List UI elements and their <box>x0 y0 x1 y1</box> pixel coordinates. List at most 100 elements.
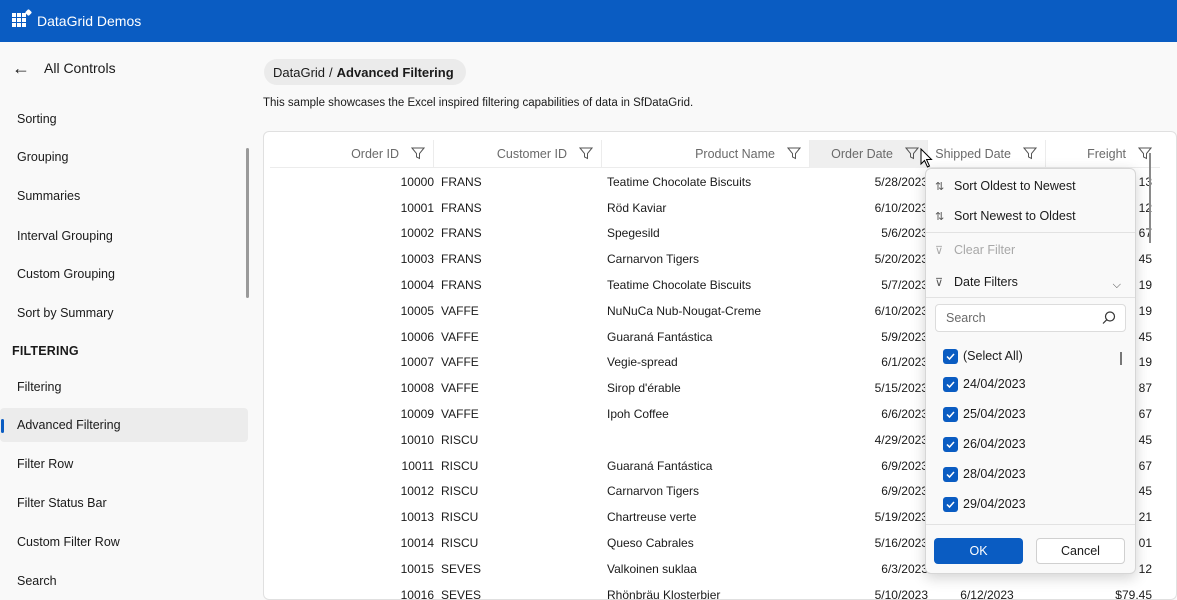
sidebar-item-label: Filter Row <box>17 457 74 471</box>
sort-ascending-icon: ⇅ <box>935 180 945 193</box>
cell-product-name: Rhönbräu Klosterbier <box>607 587 721 600</box>
filter-icon[interactable] <box>579 147 593 160</box>
column-header-freight[interactable]: Freight <box>1046 140 1160 168</box>
checkbox-date-item[interactable]: 25/04/2023 <box>943 403 1026 425</box>
cell-order-id: 10012 <box>400 484 434 499</box>
sample-description: This sample showcases the Excel inspired… <box>263 97 694 109</box>
cell-product-name: Teatime Chocolate Biscuits <box>607 174 752 189</box>
cell-order-id: 10015 <box>400 561 434 576</box>
cell-order-date: 5/7/2023 <box>881 278 928 293</box>
cell-order-id: 10001 <box>400 200 434 215</box>
ok-button[interactable]: OK <box>934 538 1023 564</box>
back-arrow-icon: ← <box>12 58 30 78</box>
grid-header: Order ID Customer ID Product Name Order … <box>270 140 1160 168</box>
filter-search-box[interactable] <box>935 304 1126 332</box>
sidebar-item-custom-filter-row[interactable]: Custom Filter Row <box>0 525 248 559</box>
sidebar-item-filter-status-bar[interactable]: Filter Status Bar <box>0 486 248 520</box>
checkbox-date-item[interactable]: 26/04/2023 <box>943 433 1026 455</box>
search-icon[interactable] <box>1101 310 1117 326</box>
section-header-filtering: FILTERING <box>12 344 79 358</box>
sidebar-item-summaries[interactable]: Summaries <box>0 179 248 213</box>
sidebar-item-label: Filter Status Bar <box>17 496 107 510</box>
checkbox-checked-icon[interactable] <box>943 406 958 422</box>
cell-product-name: Sirop d'érable <box>607 381 681 396</box>
sidebar-item-filtering[interactable]: Filtering <box>0 370 248 404</box>
cell-order-id: 10000 <box>400 174 434 189</box>
breadcrumb-current: Advanced Filtering <box>336 64 454 80</box>
cell-customer-id: VAFFE <box>441 329 479 344</box>
cell-customer-id: RISCU <box>441 510 479 525</box>
sidebar-item-sorting[interactable]: Sorting <box>0 102 248 136</box>
cell-order-id: 10008 <box>400 381 434 396</box>
checkbox-select-all[interactable]: (Select All) <box>943 345 1023 367</box>
sidebar-item-interval-grouping[interactable]: Interval Grouping <box>0 219 248 253</box>
chevron-down-icon[interactable]: ⌵ <box>1113 279 1121 292</box>
checkbox-date-item[interactable]: 28/04/2023 <box>943 463 1026 485</box>
checkbox-date-item[interactable]: 29/04/2023 <box>943 493 1026 515</box>
cell-order-id: 10009 <box>400 407 434 422</box>
sidebar-item-search[interactable]: Search <box>0 564 248 598</box>
cell-product-name: Teatime Chocolate Biscuits <box>607 278 752 293</box>
checkbox-checked-icon[interactable] <box>943 466 958 482</box>
filter-icon[interactable] <box>1023 147 1037 160</box>
column-header-order-id[interactable]: Order ID <box>270 140 434 168</box>
column-header-order-date[interactable]: Order Date <box>810 140 928 168</box>
back-label: All Controls <box>44 60 116 76</box>
sort-ascending-option[interactable]: ⇅ Sort Oldest to Newest <box>935 173 1076 199</box>
checkbox-checked-icon[interactable] <box>943 348 958 364</box>
checklist-scrollbar[interactable] <box>1120 352 1122 365</box>
filter-search-input[interactable] <box>946 311 1096 325</box>
cell-order-date: 5/28/2023 <box>874 174 928 189</box>
cell-order-date: 6/6/2023 <box>881 407 928 422</box>
sort-ascending-label: Sort Oldest to Newest <box>954 179 1076 193</box>
checkbox-checked-icon[interactable] <box>943 376 958 392</box>
cell-customer-id: FRANS <box>441 226 482 241</box>
sidebar-item-filter-row[interactable]: Filter Row <box>0 447 248 481</box>
back-button[interactable]: ← All Controls <box>12 56 116 80</box>
cell-order-date: 4/29/2023 <box>874 432 928 447</box>
clear-filter-option[interactable]: ⊽ Clear Filter <box>935 237 1015 263</box>
sort-descending-label: Sort Newest to Oldest <box>954 209 1076 223</box>
column-header-label: Customer ID <box>496 147 567 161</box>
filter-icon[interactable] <box>411 147 425 160</box>
cell-product-name: Ipoh Coffee <box>607 407 669 422</box>
cell-customer-id: FRANS <box>441 252 482 267</box>
cell-customer-id: RISCU <box>441 484 479 499</box>
sidebar-item-sort-by-summary[interactable]: Sort by Summary <box>0 296 248 330</box>
breadcrumb-root[interactable]: DataGrid <box>273 65 325 80</box>
sidebar-item-grouping[interactable]: Grouping <box>0 140 248 174</box>
sidebar-item-label: Filtering <box>17 380 62 394</box>
filter-icon[interactable] <box>905 147 919 160</box>
sidebar-item-advanced-filtering[interactable]: Advanced Filtering <box>0 408 248 442</box>
sidebar-item-label: Grouping <box>17 150 69 164</box>
checkbox-date-item[interactable]: 24/04/2023 <box>943 373 1026 395</box>
date-filters-option[interactable]: ⊽ Date Filters <box>935 269 1018 295</box>
checkbox-checked-icon[interactable] <box>943 496 958 512</box>
column-header-label: Product Name <box>695 147 775 161</box>
column-header-product-name[interactable]: Product Name <box>602 140 810 168</box>
cell-product-name: Vegie-spread <box>607 355 678 370</box>
checkbox-checked-icon[interactable] <box>943 436 958 452</box>
cell-product-name: Spegesild <box>607 226 660 241</box>
column-header-customer-id[interactable]: Customer ID <box>434 140 602 168</box>
sort-descending-option[interactable]: ⇅ Sort Newest to Oldest <box>935 203 1076 229</box>
table-row[interactable]: 10016 SEVES Rhönbräu Klosterbier 5/10/2023 6… <box>270 582 1160 600</box>
mouse-cursor-icon <box>920 148 933 168</box>
sidebar-scrollbar[interactable] <box>246 148 249 298</box>
column-header-shipped-date[interactable]: Shipped Date <box>928 140 1046 168</box>
cell-order-id: 10005 <box>400 303 434 318</box>
cell-product-name: Carnarvon Tigers <box>607 252 700 267</box>
cell-order-date: 6/3/2023 <box>881 561 928 576</box>
cell-product-name: Valkoinen suklaa <box>607 561 697 576</box>
sidebar-item-label: Sorting <box>17 112 57 126</box>
filter-icon[interactable] <box>787 147 801 160</box>
cell-customer-id: FRANS <box>441 200 482 215</box>
cell-order-date: 6/10/2023 <box>874 200 928 215</box>
breadcrumb: DataGrid / Advanced Filtering <box>264 59 466 85</box>
cell-order-date: 6/10/2023 <box>874 303 928 318</box>
grid-vertical-scrollbar[interactable] <box>1149 153 1151 243</box>
cell-product-name: NuNuCa Nub-Nougat-Creme <box>607 303 762 318</box>
sidebar-item-custom-grouping[interactable]: Custom Grouping <box>0 257 248 291</box>
cancel-button[interactable]: Cancel <box>1036 538 1125 564</box>
cell-order-id: 10011 <box>401 458 434 473</box>
